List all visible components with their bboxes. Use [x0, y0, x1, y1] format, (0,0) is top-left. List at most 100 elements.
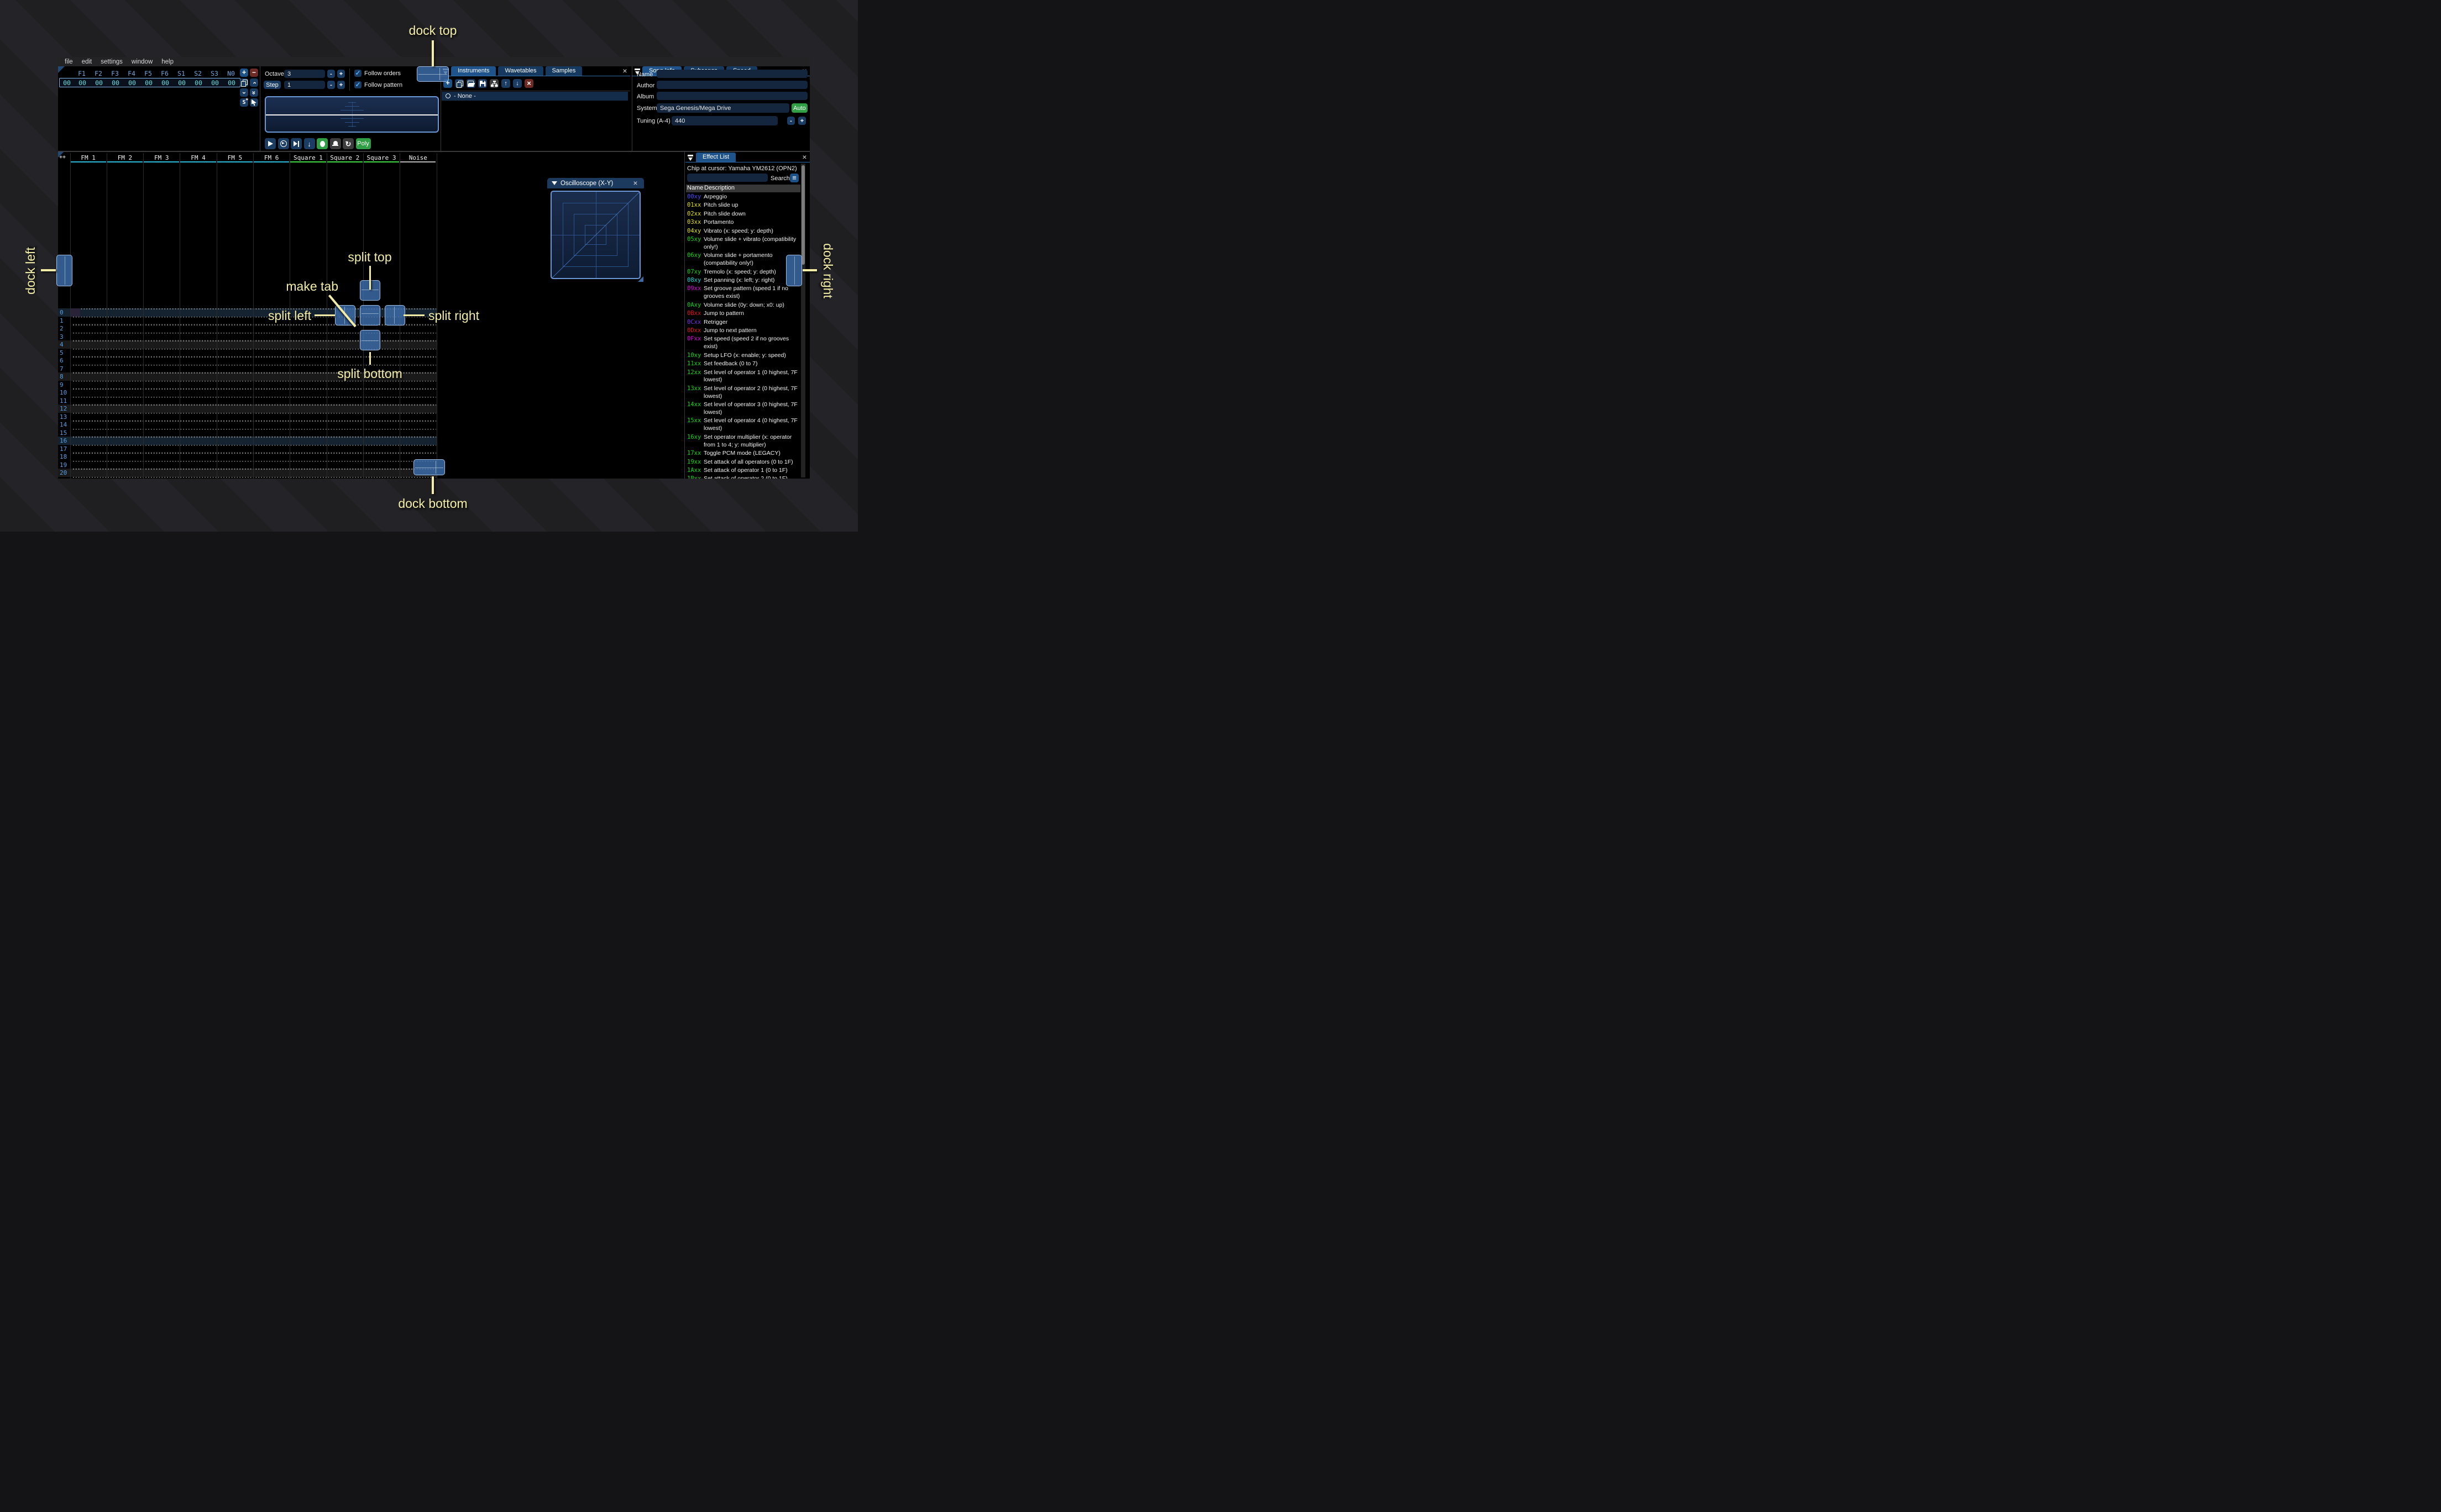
tab-wavetables[interactable]: Wavetables — [498, 66, 543, 76]
follow-orders-checkbox[interactable]: ✓ — [354, 70, 362, 77]
effect-row[interactable]: 16xy Set operator multiplier (x: operator… — [686, 434, 800, 449]
remove-order-button[interactable] — [250, 69, 258, 77]
order-col-s1[interactable]: S1 — [173, 70, 190, 77]
effect-row[interactable]: 07xy Tremolo (x: speed; y: depth) — [686, 269, 800, 276]
pattern-row[interactable]: 12 — [58, 405, 437, 413]
close-icon[interactable]: × — [621, 67, 628, 75]
duplicate-order-button[interactable] — [240, 78, 248, 87]
channel-header-fm-5[interactable]: FM 5 — [217, 154, 253, 161]
effect-row[interactable]: 04xy Vibrato (x: speed; y: depth) — [686, 228, 800, 235]
channel-header-square-1[interactable]: Square 1 — [290, 154, 326, 161]
effect-row[interactable]: 14xx Set level of operator 3 (0 highest, … — [686, 401, 800, 417]
menu-help[interactable]: help — [157, 59, 178, 65]
order-cell[interactable]: 00 — [140, 79, 157, 87]
tuning-input[interactable] — [672, 116, 778, 125]
oscilloscope-xy-window[interactable]: Oscilloscope (X-Y) × — [547, 178, 644, 282]
add-channel-button[interactable]: ++ — [59, 154, 66, 160]
effect-row[interactable]: 0Axy Volume slide (0y: down; x0: up) — [686, 302, 800, 309]
pattern-row[interactable]: 10 — [58, 389, 437, 397]
divider[interactable] — [684, 152, 685, 479]
effect-row[interactable]: 02xx Pitch slide down — [686, 211, 800, 218]
order-col-f5[interactable]: F5 — [140, 70, 156, 77]
step-plus-button[interactable]: + — [337, 81, 345, 89]
octave-plus-button[interactable]: + — [337, 70, 345, 78]
effect-row[interactable]: 09xx Set groove pattern (speed 1 if no gr… — [686, 285, 800, 301]
effect-search-input[interactable] — [687, 174, 768, 182]
record-button[interactable] — [317, 138, 328, 149]
effect-row[interactable]: 11xx Set feedback (0 to 7) — [686, 360, 800, 368]
song-author-input[interactable] — [657, 81, 808, 89]
pattern-row[interactable]: 5 — [58, 348, 437, 356]
pattern-row[interactable]: 20 — [58, 469, 437, 477]
instrument-list-item[interactable]: - None - — [442, 92, 628, 101]
move-to-bottom-order-button[interactable] — [250, 88, 258, 97]
effect-row[interactable]: 0Dxx Jump to next pattern — [686, 327, 800, 335]
edit-mode-order-button[interactable] — [250, 98, 258, 107]
order-cell[interactable]: 00 — [91, 79, 107, 87]
order-cell[interactable]: 00 — [207, 79, 223, 87]
window-menu-icon[interactable] — [687, 154, 694, 161]
dock-left-target[interactable] — [56, 255, 72, 286]
menu-window[interactable]: window — [127, 59, 157, 65]
effect-row[interactable]: 1Axx Set attack of operator 1 (0 to 1F) — [686, 467, 800, 475]
effect-row[interactable]: 1BxxSet attack of operator 2 (0 to 1F) — [686, 475, 800, 479]
play-from-cursor-button[interactable] — [277, 138, 289, 149]
collapse-icon[interactable] — [552, 181, 557, 185]
repeat-pattern-button[interactable] — [343, 138, 354, 149]
pattern-row[interactable]: 9 — [58, 380, 437, 389]
channel-header-fm-6[interactable]: FM 6 — [253, 154, 290, 161]
order-cell[interactable]: 00 — [223, 79, 240, 87]
effect-row[interactable]: 08xy Set panning (x: left; y: right) — [686, 277, 800, 285]
tab-effect-list[interactable]: Effect List — [696, 153, 736, 162]
delete-instrument-button[interactable] — [525, 79, 533, 88]
move-up-instrument-button[interactable] — [501, 79, 510, 88]
effect-row[interactable]: 0Fxx Set speed (speed 2 if no grooves exi… — [686, 335, 800, 351]
menu-settings[interactable]: settings — [96, 59, 127, 65]
order-col-s3[interactable]: S3 — [206, 70, 223, 77]
channel-header-square-2[interactable]: Square 2 — [327, 154, 363, 161]
channel-header-fm-3[interactable]: FM 3 — [143, 154, 180, 161]
close-icon[interactable]: × — [801, 153, 808, 161]
effect-row[interactable]: 03xx Portamento — [686, 219, 800, 227]
order-col-f3[interactable]: F3 — [107, 70, 123, 77]
pattern-row[interactable]: 15 — [58, 428, 437, 437]
effect-list-menu-button[interactable] — [790, 174, 799, 182]
song-album-input[interactable] — [657, 92, 808, 100]
pattern-row[interactable]: 21 — [58, 476, 437, 479]
poly-toggle-button[interactable]: Poly — [355, 138, 371, 149]
effect-row[interactable]: 05xy Volume slide + vibrato (compatibilit… — [686, 236, 800, 251]
pattern-row[interactable]: 14 — [58, 421, 437, 429]
dock-right-target[interactable] — [786, 255, 802, 286]
effect-row[interactable]: 15xx Set level of operator 4 (0 highest, … — [686, 417, 800, 433]
step-button[interactable]: Step — [264, 81, 281, 89]
channel-header-fm-4[interactable]: FM 4 — [180, 154, 216, 161]
order-col-f6[interactable]: F6 — [156, 70, 173, 77]
organize-instrument-button[interactable] — [490, 79, 499, 88]
order-col-n0[interactable]: N0 — [223, 70, 239, 77]
order-cell[interactable]: 00 — [190, 79, 207, 87]
pattern-row[interactable]: 17 — [58, 444, 437, 453]
effect-row[interactable]: 17xx Toggle PCM mode (LEGACY) — [686, 450, 800, 458]
order-row[interactable]: 00 00 00 00 00 00 00 00 00 00 00 — [59, 78, 240, 87]
order-col-f4[interactable]: F4 — [123, 70, 140, 77]
play-button[interactable] — [265, 138, 276, 149]
order-col-s2[interactable]: S2 — [190, 70, 206, 77]
oscilloscope-xy-titlebar[interactable]: Oscilloscope (X-Y) × — [547, 178, 644, 188]
tab-samples[interactable]: Samples — [545, 66, 583, 76]
tuning-plus-button[interactable]: + — [798, 117, 806, 125]
octave-minus-button[interactable]: - — [327, 70, 335, 78]
move-down-order-button[interactable] — [240, 88, 248, 97]
order-cell[interactable]: 00 — [107, 79, 124, 87]
open-instrument-button[interactable] — [467, 79, 475, 88]
order-row-index[interactable]: 00 — [60, 79, 74, 87]
resize-grip[interactable] — [638, 276, 643, 282]
effect-row[interactable]: 0Cxx Retrigger — [686, 319, 800, 327]
step-row-button[interactable]: ↓ — [303, 138, 315, 149]
dock-bottom-target[interactable] — [413, 459, 445, 475]
channel-header-fm-1[interactable]: FM 1 — [70, 154, 107, 161]
pattern-row[interactable]: 19 — [58, 460, 437, 469]
step-minus-button[interactable]: - — [327, 81, 335, 89]
move-up-order-button[interactable] — [250, 78, 258, 87]
menu-edit[interactable]: edit — [77, 59, 97, 65]
system-input[interactable] — [657, 103, 789, 113]
